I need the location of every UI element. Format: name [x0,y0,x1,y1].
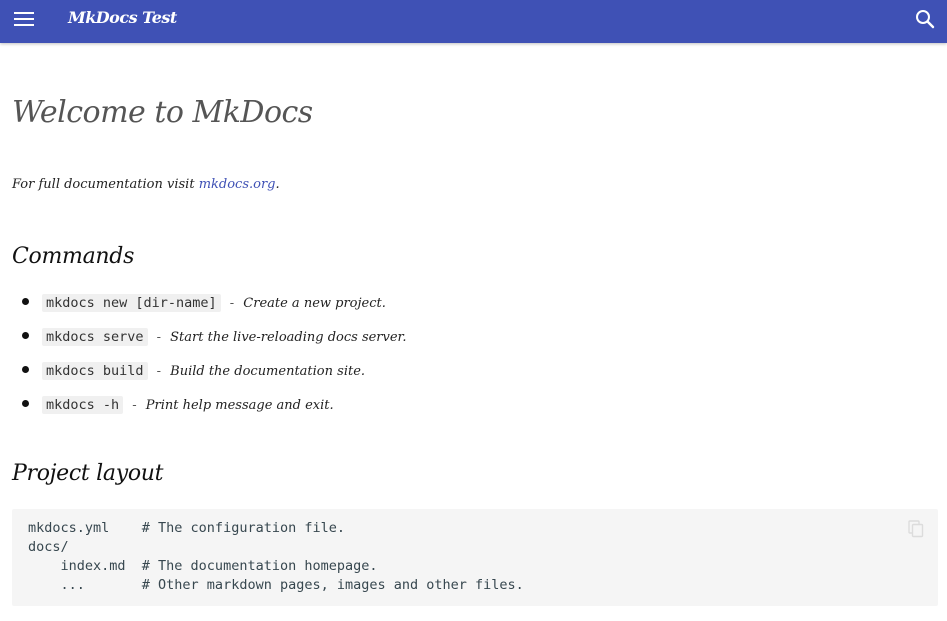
code-content: mkdocs.yml # The configuration file. doc… [28,520,524,593]
command-description: Start the live-reloading docs server. [170,330,407,345]
command-code: mkdocs build [42,362,148,380]
site-title[interactable]: MkDocs Test [68,8,177,27]
mkdocs-link[interactable]: mkdocs.org [199,177,276,192]
list-item: mkdocs build - Build the documentation s… [12,360,406,394]
command-code: mkdocs -h [42,396,124,414]
bullet-dot [22,366,29,373]
code-block: mkdocs.yml # The configuration file. doc… [12,509,938,606]
separator: - [156,330,162,345]
intro-text: For full documentation visit [12,177,199,192]
header-bar: MkDocs Test [0,0,947,43]
bullet-dot [22,332,29,339]
commands-heading: Commands [12,244,135,269]
bullet-dot [22,298,29,305]
menu-icon[interactable] [14,11,34,27]
separator: - [156,364,162,379]
command-description: Build the documentation site. [170,364,366,379]
commands-list: mkdocs new [dir-name] - Create a new pro… [12,292,406,428]
command-description: Print help message and exit. [145,398,334,413]
list-item: mkdocs -h - Print help message and exit. [12,394,406,428]
project-layout-heading: Project layout [12,461,164,486]
command-code: mkdocs new [dir-name] [42,294,221,312]
separator: - [229,296,235,311]
separator: - [132,398,137,413]
bullet-dot [22,400,29,407]
list-item: mkdocs serve - Start the live-reloading … [12,326,406,360]
intro-end: . [275,177,280,192]
list-item: mkdocs new [dir-name] - Create a new pro… [12,292,406,326]
command-code: mkdocs serve [42,328,148,346]
intro-paragraph: For full documentation visit mkdocs.org. [12,177,280,192]
page-title: Welcome to MkDocs [12,95,313,130]
search-icon[interactable] [914,8,936,30]
copy-icon[interactable] [908,520,924,538]
command-description: Create a new project. [243,296,386,311]
